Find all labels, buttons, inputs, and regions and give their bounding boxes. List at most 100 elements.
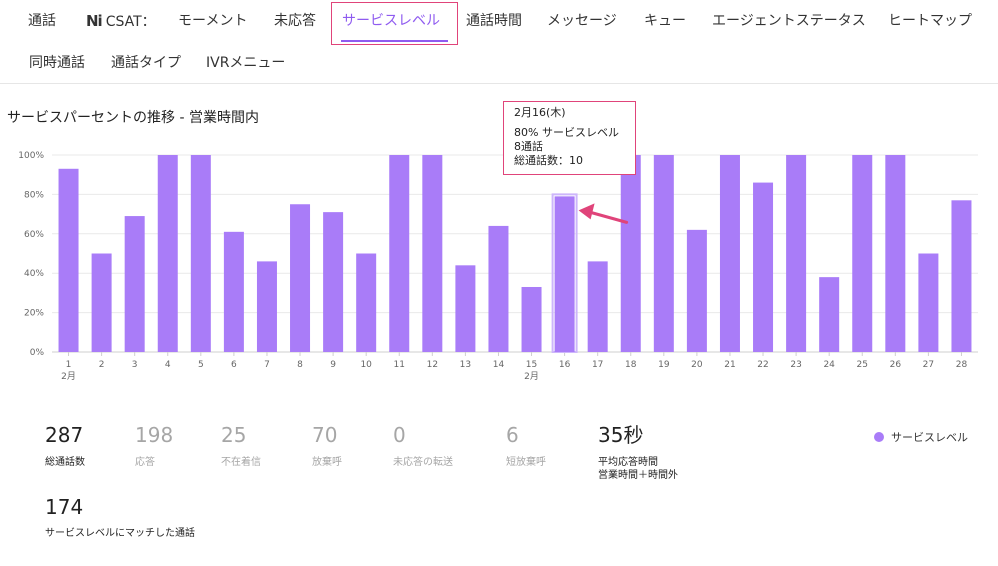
bar-12[interactable] [422, 155, 443, 352]
tab-concurrent-calls[interactable]: 同時通話 [29, 54, 85, 72]
tab-agent-status[interactable]: エージェントステータス [712, 12, 866, 30]
stat-value: 287 [45, 423, 84, 447]
x-tick-label: 8 [297, 360, 303, 370]
bar-28[interactable] [951, 200, 972, 352]
bar-1[interactable] [58, 168, 79, 352]
y-tick-label: 20% [24, 309, 44, 319]
x-tick-label: 6 [231, 360, 237, 370]
tab-csat[interactable]: Ni CSAT： [86, 12, 156, 31]
legend-dot-icon [874, 432, 884, 442]
x-tick-label: 1 [66, 360, 72, 370]
x-tick-sublabel: 2月 [61, 371, 76, 382]
tab-csat-label: CSAT： [105, 14, 156, 30]
x-tick-label: 2 [99, 360, 105, 370]
y-tick-label: 60% [24, 230, 44, 240]
bar-2[interactable] [91, 253, 112, 353]
bar-13[interactable] [455, 265, 476, 352]
x-tick-label: 16 [559, 360, 571, 370]
tab-calls[interactable]: 通話 [28, 12, 56, 30]
tab-queue[interactable]: キュー [644, 12, 686, 30]
stat-avg-answer-time: 35秒 平均応答時間 営業時間＋時間外 [598, 423, 678, 482]
bar-17[interactable] [587, 261, 608, 352]
stat-total-calls: 287 総通話数 [45, 423, 85, 469]
x-tick-label: 28 [956, 360, 968, 370]
x-tick-label: 21 [724, 360, 735, 370]
tab-messages[interactable]: メッセージ [547, 12, 617, 30]
bar-23[interactable] [786, 155, 807, 352]
tab-heatmap[interactable]: ヒートマップ [888, 12, 972, 30]
x-tick-label: 25 [857, 360, 868, 370]
x-tick-label: 7 [264, 360, 270, 370]
x-tick-label: 12 [427, 360, 438, 370]
bar-5[interactable] [190, 155, 211, 352]
tab-moments[interactable]: モーメント [178, 12, 247, 30]
bar-24[interactable] [819, 277, 840, 352]
x-tick-label: 18 [625, 360, 637, 370]
bar-3[interactable] [124, 216, 145, 352]
bar-27[interactable] [918, 253, 939, 353]
bar-18[interactable] [620, 155, 641, 352]
bar-21[interactable] [719, 155, 740, 352]
x-tick-label: 13 [460, 360, 471, 370]
x-tick-label: 4 [165, 360, 171, 370]
report-tabs: 通話 Ni CSAT： モーメント 未応答 サービスレベル 通話時間 メッセージ … [0, 0, 998, 84]
stat-value: 174 [45, 495, 84, 519]
stat-label: 放棄呼 [312, 457, 342, 468]
tab-call-type[interactable]: 通話タイプ [111, 54, 181, 72]
stat-label: 総通話数 [45, 457, 85, 468]
x-tick-label: 15 [526, 360, 537, 370]
x-tick-label: 27 [923, 360, 934, 370]
x-tick-label: 24 [823, 360, 835, 370]
tab-ivr-menu[interactable]: IVRメニュー [206, 54, 285, 72]
bar-7[interactable] [256, 261, 277, 352]
tab-unanswered[interactable]: 未応答 [274, 12, 316, 30]
x-tick-label: 20 [691, 360, 703, 370]
x-tick-label: 14 [493, 360, 505, 370]
tooltip-service-level: 80% サービスレベル [514, 126, 619, 139]
y-tick-label: 100% [18, 151, 44, 161]
bar-14[interactable] [488, 225, 509, 352]
x-tick-label: 17 [592, 360, 603, 370]
stat-label: 短放棄呼 [506, 457, 546, 468]
x-tick-sublabel: 2月 [524, 371, 539, 382]
stat-service-level-matched: 174 サービスレベルにマッチした通話 [45, 495, 195, 540]
x-tick-label: 19 [658, 360, 670, 370]
tooltip-date: 2月16(木) [514, 106, 566, 119]
bar-6[interactable] [223, 231, 244, 352]
y-tick-label: 40% [24, 269, 44, 279]
bar-9[interactable] [323, 212, 344, 352]
bar-25[interactable] [852, 155, 873, 352]
stat-value: 198 [135, 423, 174, 447]
bar-22[interactable] [753, 182, 774, 352]
bar-4[interactable] [157, 155, 178, 352]
stat-abandoned: 70 放棄呼 [312, 423, 342, 469]
stat-value: 25 [221, 423, 247, 447]
stat-missed: 25 不在着信 [221, 423, 261, 469]
stat-unanswered-transfers: 0 未応答の転送 [393, 423, 453, 469]
bar-19[interactable] [653, 155, 674, 352]
x-tick-label: 3 [132, 360, 138, 370]
bar-10[interactable] [356, 253, 377, 353]
stat-value: 70 [312, 423, 338, 447]
stat-short-abandoned: 6 短放棄呼 [506, 423, 546, 469]
bar-20[interactable] [686, 229, 707, 352]
stat-value: 0 [393, 423, 406, 447]
x-tick-label: 5 [198, 360, 204, 370]
stat-sublabel: 営業時間＋時間外 [598, 470, 678, 481]
bar-16[interactable] [554, 196, 575, 352]
stat-value: 35秒 [598, 423, 644, 447]
tab-service-level[interactable]: サービスレベル [342, 12, 440, 30]
ni-logo-icon: Ni [86, 12, 103, 30]
stat-label: 応答 [135, 457, 155, 468]
legend-label: サービスレベル [891, 431, 968, 444]
tab-call-duration[interactable]: 通話時間 [466, 12, 522, 30]
stat-value: 6 [506, 423, 519, 447]
x-tick-label: 26 [890, 360, 902, 370]
chart-legend[interactable]: サービスレベル [874, 429, 968, 445]
bar-11[interactable] [389, 155, 410, 352]
bar-15[interactable] [521, 286, 542, 352]
service-level-bar-chart: 0%20%40%60%80%100%12月2 3 4 5 6 7 8 9 10 11 12 13 14 1… [18, 151, 978, 382]
bar-26[interactable] [885, 155, 906, 352]
stat-label: 平均応答時間 [598, 457, 658, 468]
bar-8[interactable] [290, 204, 311, 352]
